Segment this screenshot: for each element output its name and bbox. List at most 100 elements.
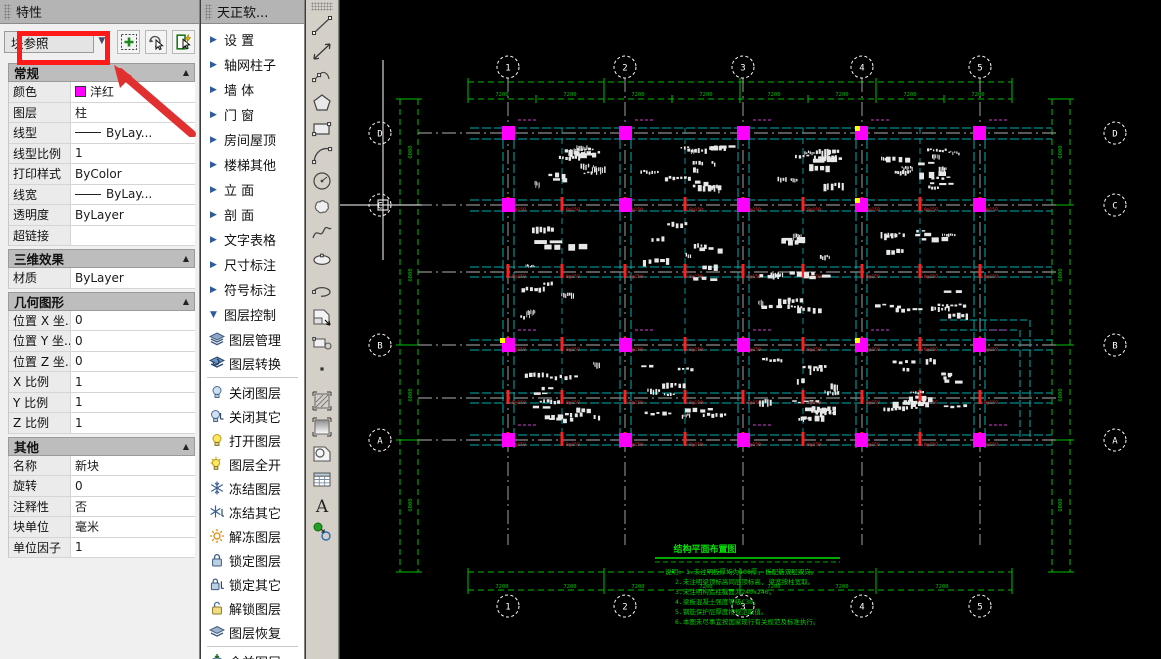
property-value[interactable] (71, 226, 195, 246)
object-type-combobox[interactable]: 块参照 ▼ (4, 31, 105, 53)
tree-node[interactable]: ▶ 符号标注 (201, 277, 304, 302)
tree-command-item[interactable]: 解冻图层 (201, 524, 304, 548)
gradient-tool[interactable] (309, 414, 336, 440)
tree-node[interactable]: ▶ 轴网柱子 (201, 52, 304, 77)
make-block-tool[interactable] (309, 330, 336, 356)
draw-toolbar-grip[interactable] (311, 2, 333, 11)
triangle-up-icon[interactable]: ▲ (183, 254, 189, 263)
property-row[interactable]: X 比例 1 (9, 372, 195, 393)
property-value[interactable]: ByLay... (71, 185, 195, 205)
property-value[interactable]: 1 (71, 413, 195, 433)
tree-command-item[interactable]: 图层管理 (201, 327, 304, 351)
select-objects-button[interactable] (144, 30, 168, 54)
property-value[interactable]: 柱 (71, 103, 195, 123)
tree-command-item[interactable]: 冻结图层 (201, 476, 304, 500)
property-row[interactable]: 位置 X 坐... 0 (9, 310, 195, 331)
chevron-down-icon[interactable]: ▼ (98, 36, 105, 46)
polyline-tool[interactable] (309, 64, 336, 90)
tree-node[interactable]: ▼ 图层控制 (201, 302, 304, 327)
property-row[interactable]: 线型比例 1 (9, 143, 195, 164)
property-value[interactable]: 0 (71, 476, 195, 496)
add-selected-tool[interactable] (309, 518, 336, 544)
tree-node[interactable]: ▶ 立 面 (201, 177, 304, 202)
triangle-right-icon[interactable]: ▶ (210, 160, 224, 170)
property-row[interactable]: 超链接 (9, 225, 195, 246)
tree-node[interactable]: ▶ 设 置 (201, 27, 304, 52)
property-value[interactable]: 1 (71, 372, 195, 392)
property-value[interactable]: 0 (71, 352, 195, 372)
property-value[interactable]: ByLayer (71, 268, 195, 288)
tree-node[interactable]: ▶ 门 窗 (201, 102, 304, 127)
triangle-right-icon[interactable]: ▶ (210, 260, 224, 270)
property-row[interactable]: 单位因子 1 (9, 537, 195, 558)
multiline-text-tool[interactable]: A (309, 492, 336, 518)
property-category-header[interactable]: 几何图形 ▲ (8, 291, 195, 311)
property-row[interactable]: 颜色 洋红 (9, 82, 195, 103)
tree-command-item[interactable]: 锁定图层 (201, 548, 304, 572)
tianzheng-grip-handle[interactable] (205, 3, 212, 20)
tree-command-item[interactable]: 冻结其它 (201, 500, 304, 524)
insert-block-tool[interactable] (309, 304, 336, 330)
property-value[interactable]: 1 (71, 144, 195, 164)
tree-node[interactable]: ▶ 尺寸标注 (201, 252, 304, 277)
property-row[interactable]: 块单位 毫米 (9, 517, 195, 538)
property-value[interactable]: 1 (71, 393, 195, 413)
revision-cloud-tool[interactable] (309, 194, 336, 220)
construction-line-tool[interactable] (309, 38, 336, 64)
tree-command-item[interactable]: 打开图层 (201, 428, 304, 452)
property-value[interactable]: 毫米 (71, 517, 195, 537)
arc-tool[interactable] (309, 142, 336, 168)
property-row[interactable]: 打印样式 ByColor (9, 164, 195, 185)
property-category-header[interactable]: 常规 ▲ (8, 63, 195, 82)
property-row[interactable]: Z 比例 1 (9, 413, 195, 434)
polygon-tool[interactable] (309, 90, 336, 116)
property-value[interactable]: 0 (71, 311, 195, 331)
triangle-right-icon[interactable]: ▶ (210, 60, 224, 70)
tree-node[interactable]: ▶ 文字表格 (201, 227, 304, 252)
triangle-up-icon[interactable]: ▲ (183, 68, 189, 77)
rectangle-tool[interactable] (309, 116, 336, 142)
property-value[interactable]: ByColor (71, 164, 195, 184)
point-tool[interactable] (309, 356, 336, 382)
property-value[interactable]: ByLay... (71, 123, 195, 143)
properties-palette-title-bar[interactable]: 特性 (0, 0, 199, 24)
triangle-up-icon[interactable]: ▲ (183, 442, 189, 451)
triangle-right-icon[interactable]: ▶ (210, 135, 224, 145)
line-tool[interactable] (309, 12, 336, 38)
property-value[interactable]: 否 (71, 497, 195, 517)
property-value[interactable]: ByLayer (71, 205, 195, 225)
tree-command-item[interactable]: 关闭其它 (201, 404, 304, 428)
triangle-right-icon[interactable]: ▶ (210, 110, 224, 120)
tree-node[interactable]: ▶ 墙 体 (201, 77, 304, 102)
tree-node[interactable]: ▶ 房间屋顶 (201, 127, 304, 152)
spline-tool[interactable] (309, 220, 336, 246)
hatch-tool[interactable] (309, 388, 336, 414)
property-row[interactable]: Y 比例 1 (9, 392, 195, 413)
triangle-right-icon[interactable]: ▶ (210, 85, 224, 95)
property-row[interactable]: 名称 新块 (9, 455, 195, 476)
tree-node[interactable]: ▶ 楼梯其他 (201, 152, 304, 177)
triangle-down-icon[interactable]: ▼ (210, 310, 224, 320)
triangle-right-icon[interactable]: ▶ (210, 185, 224, 195)
ellipse-tool[interactable] (309, 246, 336, 272)
tianzheng-title-bar[interactable]: 天正软... (201, 0, 304, 24)
property-category-header[interactable]: 三维效果 ▲ (8, 249, 195, 268)
tree-command-item[interactable]: 关闭图层 (201, 380, 304, 404)
property-value[interactable]: 1 (71, 538, 195, 558)
property-value[interactable]: 新块 (71, 456, 195, 476)
region-tool[interactable] (309, 440, 336, 466)
table-tool[interactable] (309, 466, 336, 492)
triangle-right-icon[interactable]: ▶ (210, 210, 224, 220)
property-row[interactable]: 旋转 0 (9, 476, 195, 497)
toggle-pickadd-button[interactable] (117, 30, 140, 54)
property-row[interactable]: 线型 ByLay... (9, 123, 195, 144)
property-row[interactable]: 材质 ByLayer (9, 268, 195, 289)
tree-command-item[interactable]: 图层转换 (201, 351, 304, 375)
triangle-right-icon[interactable]: ▶ (210, 235, 224, 245)
circle-tool[interactable] (309, 168, 336, 194)
property-row[interactable]: 透明度 ByLayer (9, 205, 195, 226)
property-row[interactable]: 位置 Y 坐... 0 (9, 331, 195, 352)
property-row[interactable]: 图层柱 (9, 102, 195, 123)
drawing-canvas[interactable]: 7200 7200 7200 7200 7200 7200 7200 7200 7200… (340, 0, 1161, 659)
property-category-header[interactable]: 其他 ▲ (8, 436, 195, 456)
